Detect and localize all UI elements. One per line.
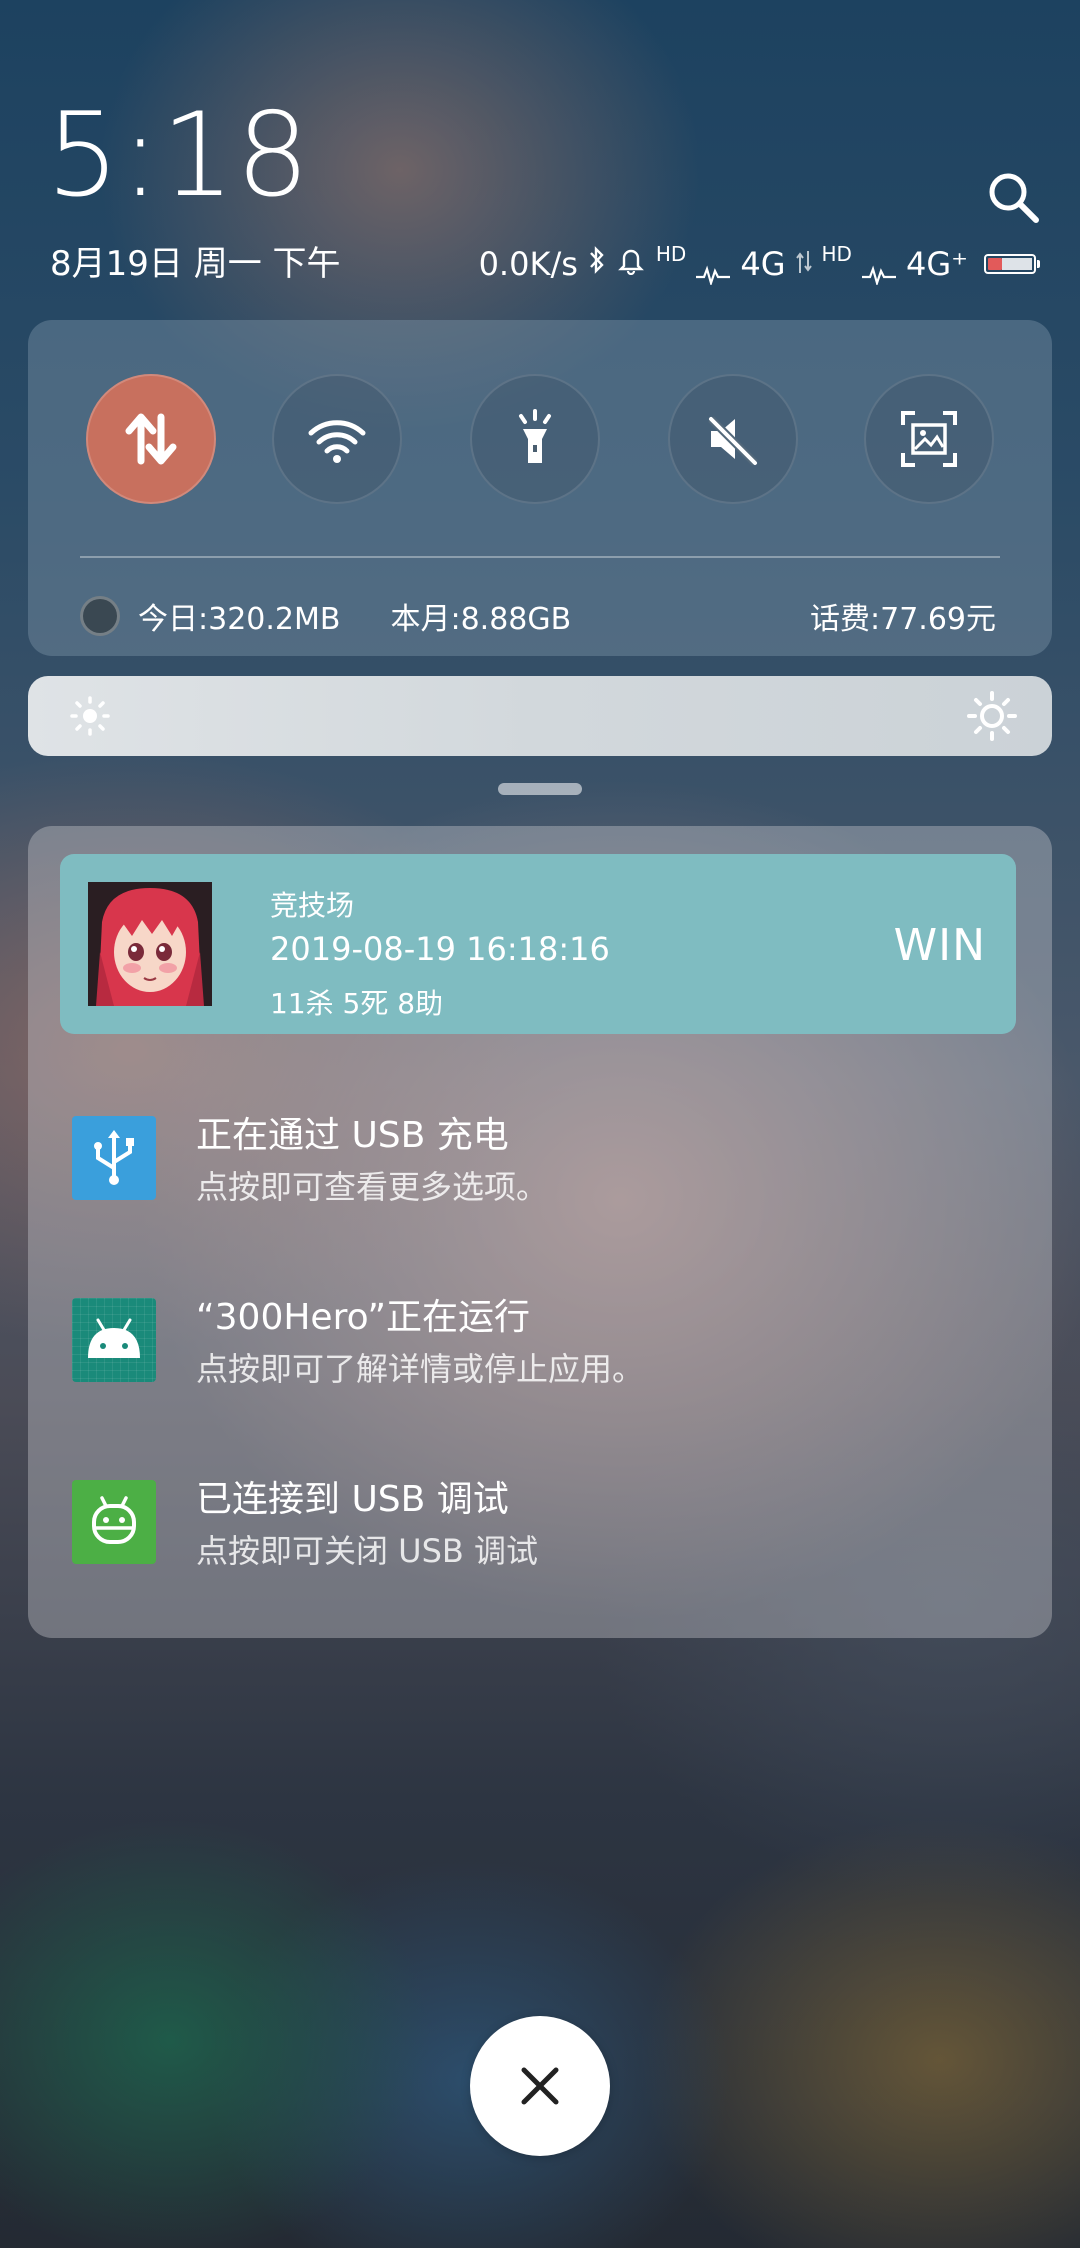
bluetooth-icon: [588, 244, 606, 284]
quick-settings-panel: 今日:320.2MB 本月:8.88GB 话费:77.69元: [28, 320, 1052, 656]
data-usage-icon: [80, 596, 120, 636]
notification-shade: 5:18 8月19日 周一 下午 0.0K/s HD 4G HD 4G⁺ 今日:…: [0, 0, 1080, 2248]
data-usage-row[interactable]: 今日:320.2MB 本月:8.88GB 话费:77.69元: [80, 586, 996, 646]
notification-title: 正在通过 USB 充电: [196, 1115, 509, 1156]
game-result: WIN: [893, 920, 986, 971]
status-bar: 0.0K/s HD 4G HD 4G⁺: [478, 242, 1040, 287]
battery-icon: [984, 254, 1040, 274]
data-month: 本月:8.88GB: [390, 602, 572, 637]
data-activity-icon: [795, 244, 812, 284]
notification-subtitle: 点按即可了解详情或停止应用。: [196, 1350, 645, 1388]
drag-handle[interactable]: [498, 783, 582, 795]
notification-title: 已连接到 USB 调试: [196, 1479, 509, 1520]
phone-balance: 话费:77.69元: [810, 602, 996, 637]
bell-icon: [616, 244, 646, 284]
network-speed: 0.0K/s: [478, 245, 578, 283]
sim1-network-type: 4G: [740, 245, 786, 283]
mute-icon: [708, 416, 758, 466]
data-transfer-icon: [125, 413, 177, 465]
signal-wave-icon: [696, 254, 731, 287]
clock[interactable]: 5:18: [46, 98, 311, 214]
usb-debugging-notification[interactable]: 已连接到 USB 调试 点按即可关闭 USB 调试: [72, 1460, 1012, 1590]
notification-subtitle: 点按即可关闭 USB 调试: [196, 1532, 539, 1570]
brightness-high-icon: [967, 691, 1017, 741]
brightness-slider[interactable]: [28, 676, 1052, 756]
usb-icon: [72, 1116, 156, 1200]
mute-toggle[interactable]: [668, 374, 798, 504]
usb-charging-notification[interactable]: 正在通过 USB 充电 点按即可查看更多选项。: [72, 1096, 1012, 1226]
flashlight-icon: [519, 409, 551, 463]
game-time: 2019-08-19 16:18:16: [270, 930, 610, 968]
notification-title: “300Hero”正在运行: [196, 1297, 530, 1338]
notifications-panel: 竞技场 2019-08-19 16:18:16 11杀 5死 8助 WIN 正在…: [28, 826, 1052, 1638]
clear-all-button[interactable]: [470, 2016, 610, 2156]
game-title: 竞技场: [270, 889, 355, 922]
sim2-network-type: 4G⁺: [905, 245, 968, 283]
screenshot-icon: [901, 411, 957, 467]
qs-divider: [80, 556, 1000, 558]
mobile-data-toggle[interactable]: [86, 374, 216, 504]
notification-subtitle: 点按即可查看更多选项。: [196, 1168, 549, 1206]
android-debug-icon: [72, 1480, 156, 1564]
date[interactable]: 8月19日 周一 下午: [50, 244, 341, 284]
game-notification[interactable]: 竞技场 2019-08-19 16:18:16 11杀 5死 8助 WIN: [60, 854, 1016, 1034]
app-running-notification[interactable]: “300Hero”正在运行 点按即可了解详情或停止应用。: [72, 1278, 1012, 1408]
signal-wave-icon: [861, 254, 896, 287]
search-icon[interactable]: [986, 170, 1042, 226]
game-stats: 11杀 5死 8助: [270, 987, 444, 1020]
data-today: 今日:320.2MB: [138, 602, 341, 637]
close-icon: [521, 2067, 559, 2105]
flashlight-toggle[interactable]: [470, 374, 600, 504]
sim2-hd-label: HD: [821, 242, 852, 266]
game-avatar: [88, 882, 212, 1006]
wifi-icon: [308, 420, 366, 463]
sim1-hd-label: HD: [655, 242, 687, 266]
android-icon: [72, 1298, 156, 1382]
brightness-low-icon: [70, 696, 110, 736]
screenshot-toggle[interactable]: [864, 374, 994, 504]
wifi-toggle[interactable]: [272, 374, 402, 504]
